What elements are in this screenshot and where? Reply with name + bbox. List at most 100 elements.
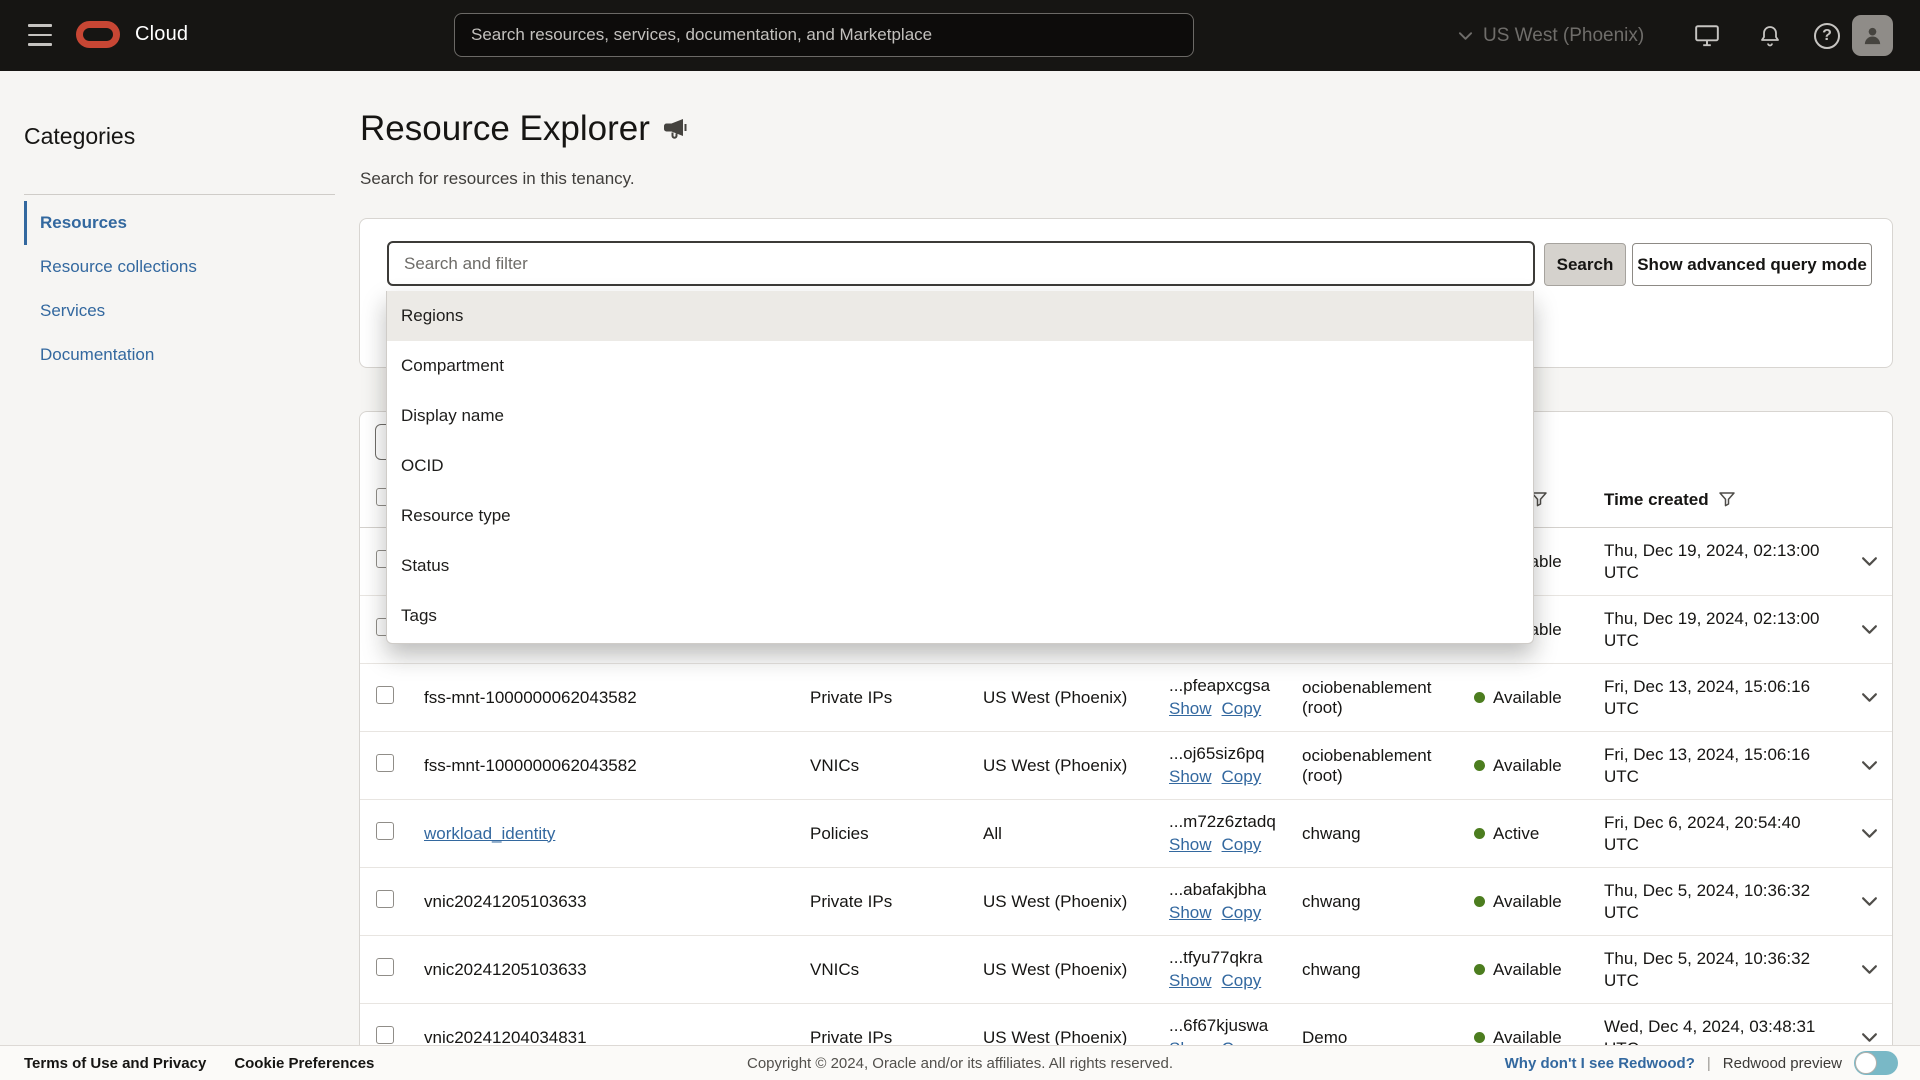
table-row: vnic20241205103633 Private IPs US West (… xyxy=(360,868,1892,936)
filter-option-resource-type[interactable]: Resource type xyxy=(387,491,1533,541)
row-checkbox[interactable] xyxy=(376,754,394,772)
expand-chevron-icon[interactable] xyxy=(1861,1032,1878,1043)
filter-option-tags[interactable]: Tags xyxy=(387,591,1533,641)
expand-chevron-icon[interactable] xyxy=(1861,692,1878,703)
filter-option-display-name[interactable]: Display name xyxy=(387,391,1533,441)
sidebar-item-resource-collections[interactable]: Resource collections xyxy=(24,245,335,289)
expand-chevron-icon[interactable] xyxy=(1861,896,1878,907)
cell-time-created: Fri, Dec 13, 2024, 15:06:16 UTC xyxy=(1604,744,1844,788)
chevron-down-icon xyxy=(1458,31,1473,41)
notifications-bell-icon[interactable] xyxy=(1758,0,1782,71)
main-content: Resource Explorer Search for resources i… xyxy=(359,71,1920,1080)
cell-region: US West (Phoenix) xyxy=(983,756,1169,776)
sidebar-nav: Resources Resource collections Services … xyxy=(24,201,335,377)
filter-option-ocid[interactable]: OCID xyxy=(387,441,1533,491)
filter-option-regions[interactable]: Regions xyxy=(387,291,1533,341)
announcement-megaphone-icon[interactable] xyxy=(663,118,687,140)
status-dot-icon xyxy=(1474,896,1485,907)
copy-ocid-link[interactable]: Copy xyxy=(1222,767,1262,787)
copy-ocid-link[interactable]: Copy xyxy=(1222,835,1262,855)
cell-resource-type: Private IPs xyxy=(810,688,983,708)
sidebar-item-resources[interactable]: Resources xyxy=(24,201,335,245)
filter-option-status[interactable]: Status xyxy=(387,541,1533,591)
cell-region: All xyxy=(983,824,1169,844)
cell-display-name: fss-mnt-1000000062043582 xyxy=(424,688,810,708)
show-ocid-link[interactable]: Show xyxy=(1169,835,1212,855)
redwood-help-link[interactable]: Why don't I see Redwood? xyxy=(1505,1055,1695,1072)
cell-display-name: workload_identity xyxy=(424,824,810,844)
sidebar-item-documentation[interactable]: Documentation xyxy=(24,333,335,377)
copyright-text: Copyright © 2024, Oracle and/or its affi… xyxy=(747,1055,1173,1072)
advanced-query-mode-button[interactable]: Show advanced query mode xyxy=(1632,243,1872,286)
row-checkbox[interactable] xyxy=(376,1026,394,1044)
cell-ocid: ...m72z6ztadq Show Copy xyxy=(1169,812,1302,855)
cell-status: Active xyxy=(1474,824,1604,844)
status-dot-icon xyxy=(1474,1032,1485,1043)
status-dot-icon xyxy=(1474,760,1485,771)
filter-option-compartment[interactable]: Compartment xyxy=(387,341,1533,391)
cell-status: Available xyxy=(1474,892,1604,912)
cell-region: US West (Phoenix) xyxy=(983,892,1169,912)
redwood-preview-toggle[interactable] xyxy=(1854,1051,1898,1075)
ocid-value: ...6f67kjuswa xyxy=(1169,1016,1302,1036)
row-checkbox[interactable] xyxy=(376,686,394,704)
row-checkbox[interactable] xyxy=(376,958,394,976)
sidebar-item-services[interactable]: Services xyxy=(24,289,335,333)
cell-display-name: fss-mnt-1000000062043582 xyxy=(424,756,810,776)
cell-compartment: ociobenablement (root) xyxy=(1302,678,1474,718)
hamburger-menu-icon[interactable] xyxy=(28,24,54,46)
show-ocid-link[interactable]: Show xyxy=(1169,767,1212,787)
oracle-cloud-brand[interactable]: Cloud xyxy=(76,21,188,48)
sidebar-divider xyxy=(24,194,335,195)
expand-chevron-icon[interactable] xyxy=(1861,828,1878,839)
ocid-value: ...oj65siz6pq xyxy=(1169,744,1302,764)
ocid-value: ...abafakjbha xyxy=(1169,880,1302,900)
table-row: vnic20241205103633 VNICs US West (Phoeni… xyxy=(360,936,1892,1004)
cookie-preferences-link[interactable]: Cookie Preferences xyxy=(234,1055,374,1072)
show-ocid-link[interactable]: Show xyxy=(1169,971,1212,991)
cell-ocid: ...pfeapxcgsa Show Copy xyxy=(1169,676,1302,719)
cell-time-created: Thu, Dec 5, 2024, 10:36:32 UTC xyxy=(1604,948,1844,992)
show-ocid-link[interactable]: Show xyxy=(1169,699,1212,719)
expand-chevron-icon[interactable] xyxy=(1861,964,1878,975)
region-label: US West (Phoenix) xyxy=(1483,25,1644,47)
profile-avatar[interactable] xyxy=(1852,15,1893,56)
terms-link[interactable]: Terms of Use and Privacy xyxy=(24,1055,206,1072)
redwood-preview-label: Redwood preview xyxy=(1723,1055,1842,1072)
console-display-icon[interactable] xyxy=(1694,0,1720,71)
row-checkbox[interactable] xyxy=(376,890,394,908)
help-icon[interactable]: ? xyxy=(1814,0,1840,71)
filter-funnel-icon[interactable] xyxy=(1719,492,1735,507)
header-time-created[interactable]: Time created xyxy=(1604,490,1844,510)
cell-compartment: chwang xyxy=(1302,960,1474,980)
filter-dropdown: RegionsCompartmentDisplay nameOCIDResour… xyxy=(386,291,1534,644)
region-selector[interactable]: US West (Phoenix) xyxy=(1458,0,1644,71)
status-label: Available xyxy=(1493,756,1562,776)
copy-ocid-link[interactable]: Copy xyxy=(1222,699,1262,719)
table-row: fss-mnt-1000000062043582 Private IPs US … xyxy=(360,664,1892,732)
resource-name-link[interactable]: workload_identity xyxy=(424,824,555,843)
search-and-filter-input[interactable] xyxy=(387,241,1535,286)
page-title: Resource Explorer xyxy=(360,109,687,149)
cell-status: Available xyxy=(1474,756,1604,776)
cell-time-created: Fri, Dec 6, 2024, 20:54:40 UTC xyxy=(1604,812,1844,856)
show-ocid-link[interactable]: Show xyxy=(1169,903,1212,923)
cell-resource-type: VNICs xyxy=(810,756,983,776)
expand-chevron-icon[interactable] xyxy=(1861,556,1878,567)
cell-compartment: chwang xyxy=(1302,892,1474,912)
expand-chevron-icon[interactable] xyxy=(1861,624,1878,635)
table-row: fss-mnt-1000000062043582 VNICs US West (… xyxy=(360,732,1892,800)
row-checkbox[interactable] xyxy=(376,822,394,840)
ocid-value: ...m72z6ztadq xyxy=(1169,812,1302,832)
toggle-knob-icon xyxy=(1855,1052,1877,1074)
cell-ocid: ...tfyu77qkra Show Copy xyxy=(1169,948,1302,991)
brand-label: Cloud xyxy=(135,23,188,46)
copy-ocid-link[interactable]: Copy xyxy=(1222,903,1262,923)
topbar: Cloud US West (Phoenix) ? xyxy=(0,0,1920,71)
cell-ocid: ...abafakjbha Show Copy xyxy=(1169,880,1302,923)
global-search-input[interactable] xyxy=(454,13,1194,57)
cell-time-created: Thu, Dec 5, 2024, 10:36:32 UTC xyxy=(1604,880,1844,924)
search-button[interactable]: Search xyxy=(1544,243,1626,286)
expand-chevron-icon[interactable] xyxy=(1861,760,1878,771)
copy-ocid-link[interactable]: Copy xyxy=(1222,971,1262,991)
